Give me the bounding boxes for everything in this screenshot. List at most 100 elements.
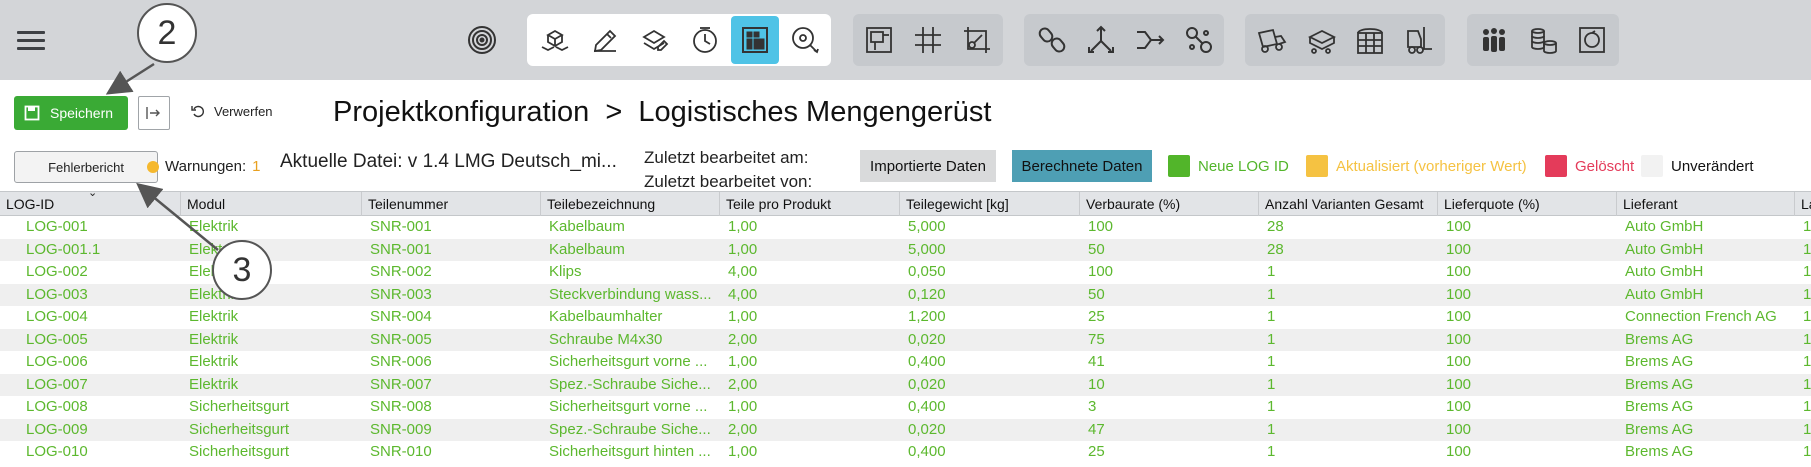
header-col-la[interactable]: La: [1795, 192, 1811, 216]
cell-col-teilebezeichnung[interactable]: Sicherheitsgurt vorne ...: [541, 396, 720, 418]
cell-col-verbaurate[interactable]: 25: [1080, 441, 1259, 463]
table-row[interactable]: LOG-009 Sicherheitsgurt SNR-009 Spez.-Schra…: [0, 418, 1811, 441]
cell-col-lieferquote[interactable]: 100: [1438, 306, 1617, 328]
header-col-lieferant[interactable]: Lieferant: [1617, 192, 1795, 216]
cell-col-lieferant[interactable]: Brems AG: [1617, 441, 1795, 463]
cell-col-teilenummer[interactable]: SNR-001: [362, 239, 541, 261]
cell-col-teile-pro-produkt[interactable]: 1,00: [720, 216, 900, 238]
table-row[interactable]: LOG-001 Elektrik SNR-001 Kabelbaum 1,00 5,000…: [0, 216, 1811, 239]
cell-col-teilenummer[interactable]: SNR-009: [362, 419, 541, 441]
cell-col-modul[interactable]: Elektrik: [181, 306, 362, 328]
imported-data-toggle[interactable]: Importierte Daten: [860, 150, 996, 182]
cell-col-anzahl-varianten[interactable]: 1: [1259, 284, 1438, 306]
cell-col-log-id[interactable]: LOG-010: [0, 441, 181, 463]
forklift-icon[interactable]: [1395, 16, 1443, 64]
cell-col-teilegewicht[interactable]: 0,020: [900, 374, 1080, 396]
cell-col-lieferquote[interactable]: 100: [1438, 419, 1617, 441]
cell-col-lieferant[interactable]: Auto GmbH: [1617, 284, 1795, 306]
table-row[interactable]: LOG-008 Sicherheitsgurt SNR-008 Sicherheits…: [0, 396, 1811, 419]
cell-col-la[interactable]: 1!: [1795, 216, 1811, 238]
cell-col-lieferquote[interactable]: 100: [1438, 261, 1617, 283]
header-col-teilenummer[interactable]: Teilenummer: [362, 192, 541, 216]
cell-col-verbaurate[interactable]: 25: [1080, 306, 1259, 328]
cell-col-lieferant[interactable]: Brems AG: [1617, 396, 1795, 418]
table-row[interactable]: LOG-003 Elektrik SNR-003 Steckverbindung wa…: [0, 283, 1811, 306]
cell-col-verbaurate[interactable]: 3: [1080, 396, 1259, 418]
grid-boxes-icon[interactable]: [731, 16, 779, 64]
cell-col-modul[interactable]: Sicherheitsgurt: [181, 419, 362, 441]
table-row[interactable]: LOG-010 Sicherheitsgurt SNR-010 Sicherheits…: [0, 441, 1811, 464]
cell-col-modul[interactable]: Elektrik: [181, 284, 362, 306]
cell-col-anzahl-varianten[interactable]: 1: [1259, 261, 1438, 283]
cell-col-lieferquote[interactable]: 100: [1438, 284, 1617, 306]
boxes-icon[interactable]: [531, 16, 579, 64]
cell-col-teilegewicht[interactable]: 0,020: [900, 419, 1080, 441]
header-col-teilebezeichnung[interactable]: Teilebezeichnung: [541, 192, 720, 216]
cell-col-teilegewicht[interactable]: 0,120: [900, 284, 1080, 306]
cell-col-verbaurate[interactable]: 75: [1080, 329, 1259, 351]
reload-frame-icon[interactable]: [1568, 16, 1616, 64]
cell-col-teilebezeichnung[interactable]: Steckverbindung wass...: [541, 284, 720, 306]
calculated-data-toggle[interactable]: Berechnete Daten: [1012, 150, 1152, 182]
table-row[interactable]: LOG-006 Elektrik SNR-006 Sicherheitsgurt vo…: [0, 351, 1811, 374]
cell-col-teilenummer[interactable]: SNR-008: [362, 396, 541, 418]
cell-col-teilenummer[interactable]: SNR-006: [362, 351, 541, 373]
cell-col-lieferant[interactable]: Brems AG: [1617, 374, 1795, 396]
table-row[interactable]: LOG-007 Elektrik SNR-007 Spez.-Schraube Sic…: [0, 373, 1811, 396]
header-col-modul[interactable]: Modul: [181, 192, 362, 216]
cell-col-modul[interactable]: Elektrik: [181, 239, 362, 261]
truck-icon[interactable]: [1248, 16, 1296, 64]
exit-to-button[interactable]: [138, 96, 170, 130]
cell-col-la[interactable]: 1:: [1795, 396, 1811, 418]
cell-col-lieferquote[interactable]: 100: [1438, 329, 1617, 351]
cell-col-teile-pro-produkt[interactable]: 1,00: [720, 306, 900, 328]
cell-col-teile-pro-produkt[interactable]: 1,00: [720, 351, 900, 373]
header-col-teilegewicht[interactable]: Teilegewicht [kg]: [900, 192, 1080, 216]
cell-col-verbaurate[interactable]: 41: [1080, 351, 1259, 373]
breadcrumb-parent[interactable]: Projektkonfiguration: [333, 96, 589, 128]
cell-col-teilebezeichnung[interactable]: Kabelbaum: [541, 239, 720, 261]
cell-col-log-id[interactable]: LOG-007: [0, 374, 181, 396]
cell-col-teilebezeichnung[interactable]: Kabelbaum: [541, 216, 720, 238]
ruler-pencil-icon[interactable]: [581, 16, 629, 64]
cell-col-lieferquote[interactable]: 100: [1438, 351, 1617, 373]
cell-col-lieferquote[interactable]: 100: [1438, 216, 1617, 238]
cell-col-teilenummer[interactable]: SNR-004: [362, 306, 541, 328]
cell-col-log-id[interactable]: LOG-005: [0, 329, 181, 351]
table-row[interactable]: LOG-004 Elektrik SNR-004 Kabelbaumhalter 1,0…: [0, 306, 1811, 329]
cell-col-teilegewicht[interactable]: 5,000: [900, 216, 1080, 238]
cell-col-lieferant[interactable]: Auto GmbH: [1617, 216, 1795, 238]
cell-col-verbaurate[interactable]: 100: [1080, 261, 1259, 283]
cell-col-lieferquote[interactable]: 100: [1438, 396, 1617, 418]
chain-link-icon[interactable]: [1028, 16, 1076, 64]
cell-col-modul[interactable]: Elektrik: [181, 374, 362, 396]
cell-col-teilebezeichnung[interactable]: Klips: [541, 261, 720, 283]
header-col-teile-pro-produkt[interactable]: Teile pro Produkt: [720, 192, 900, 216]
cell-col-la[interactable]: 1:: [1795, 261, 1811, 283]
cell-col-teilenummer[interactable]: SNR-003: [362, 284, 541, 306]
cell-col-teile-pro-produkt[interactable]: 1,00: [720, 441, 900, 463]
cell-col-lieferant[interactable]: Brems AG: [1617, 419, 1795, 441]
cell-col-log-id[interactable]: LOG-003: [0, 284, 181, 306]
cell-col-lieferquote[interactable]: 100: [1438, 441, 1617, 463]
cell-col-log-id[interactable]: LOG-008: [0, 396, 181, 418]
error-report-button[interactable]: Fehlerbericht: [14, 151, 158, 183]
cell-col-teilegewicht[interactable]: 0,050: [900, 261, 1080, 283]
cell-col-anzahl-varianten[interactable]: 1: [1259, 374, 1438, 396]
hamburger-menu-icon[interactable]: [14, 26, 48, 54]
cell-col-teilebezeichnung[interactable]: Spez.-Schraube Siche...: [541, 419, 720, 441]
cell-col-anzahl-varianten[interactable]: 1: [1259, 419, 1438, 441]
cell-col-modul[interactable]: Elektrik: [181, 351, 362, 373]
cell-col-verbaurate[interactable]: 10: [1080, 374, 1259, 396]
cell-col-lieferant[interactable]: Brems AG: [1617, 329, 1795, 351]
table-row[interactable]: LOG-001.1 Elektrik SNR-001 Kabelbaum 1,00 5,0…: [0, 238, 1811, 261]
cell-col-teile-pro-produkt[interactable]: 2,00: [720, 374, 900, 396]
cell-col-teilegewicht[interactable]: 1,200: [900, 306, 1080, 328]
cell-col-teile-pro-produkt[interactable]: 4,00: [720, 261, 900, 283]
header-col-lieferquote[interactable]: Lieferquote (%): [1438, 192, 1617, 216]
cell-col-anzahl-varianten[interactable]: 1: [1259, 441, 1438, 463]
cell-col-anzahl-varianten[interactable]: 28: [1259, 216, 1438, 238]
save-button[interactable]: Speichern: [14, 96, 128, 130]
header-col-log-id[interactable]: LOG-ID: [0, 192, 181, 216]
cell-col-lieferant[interactable]: Auto GmbH: [1617, 261, 1795, 283]
